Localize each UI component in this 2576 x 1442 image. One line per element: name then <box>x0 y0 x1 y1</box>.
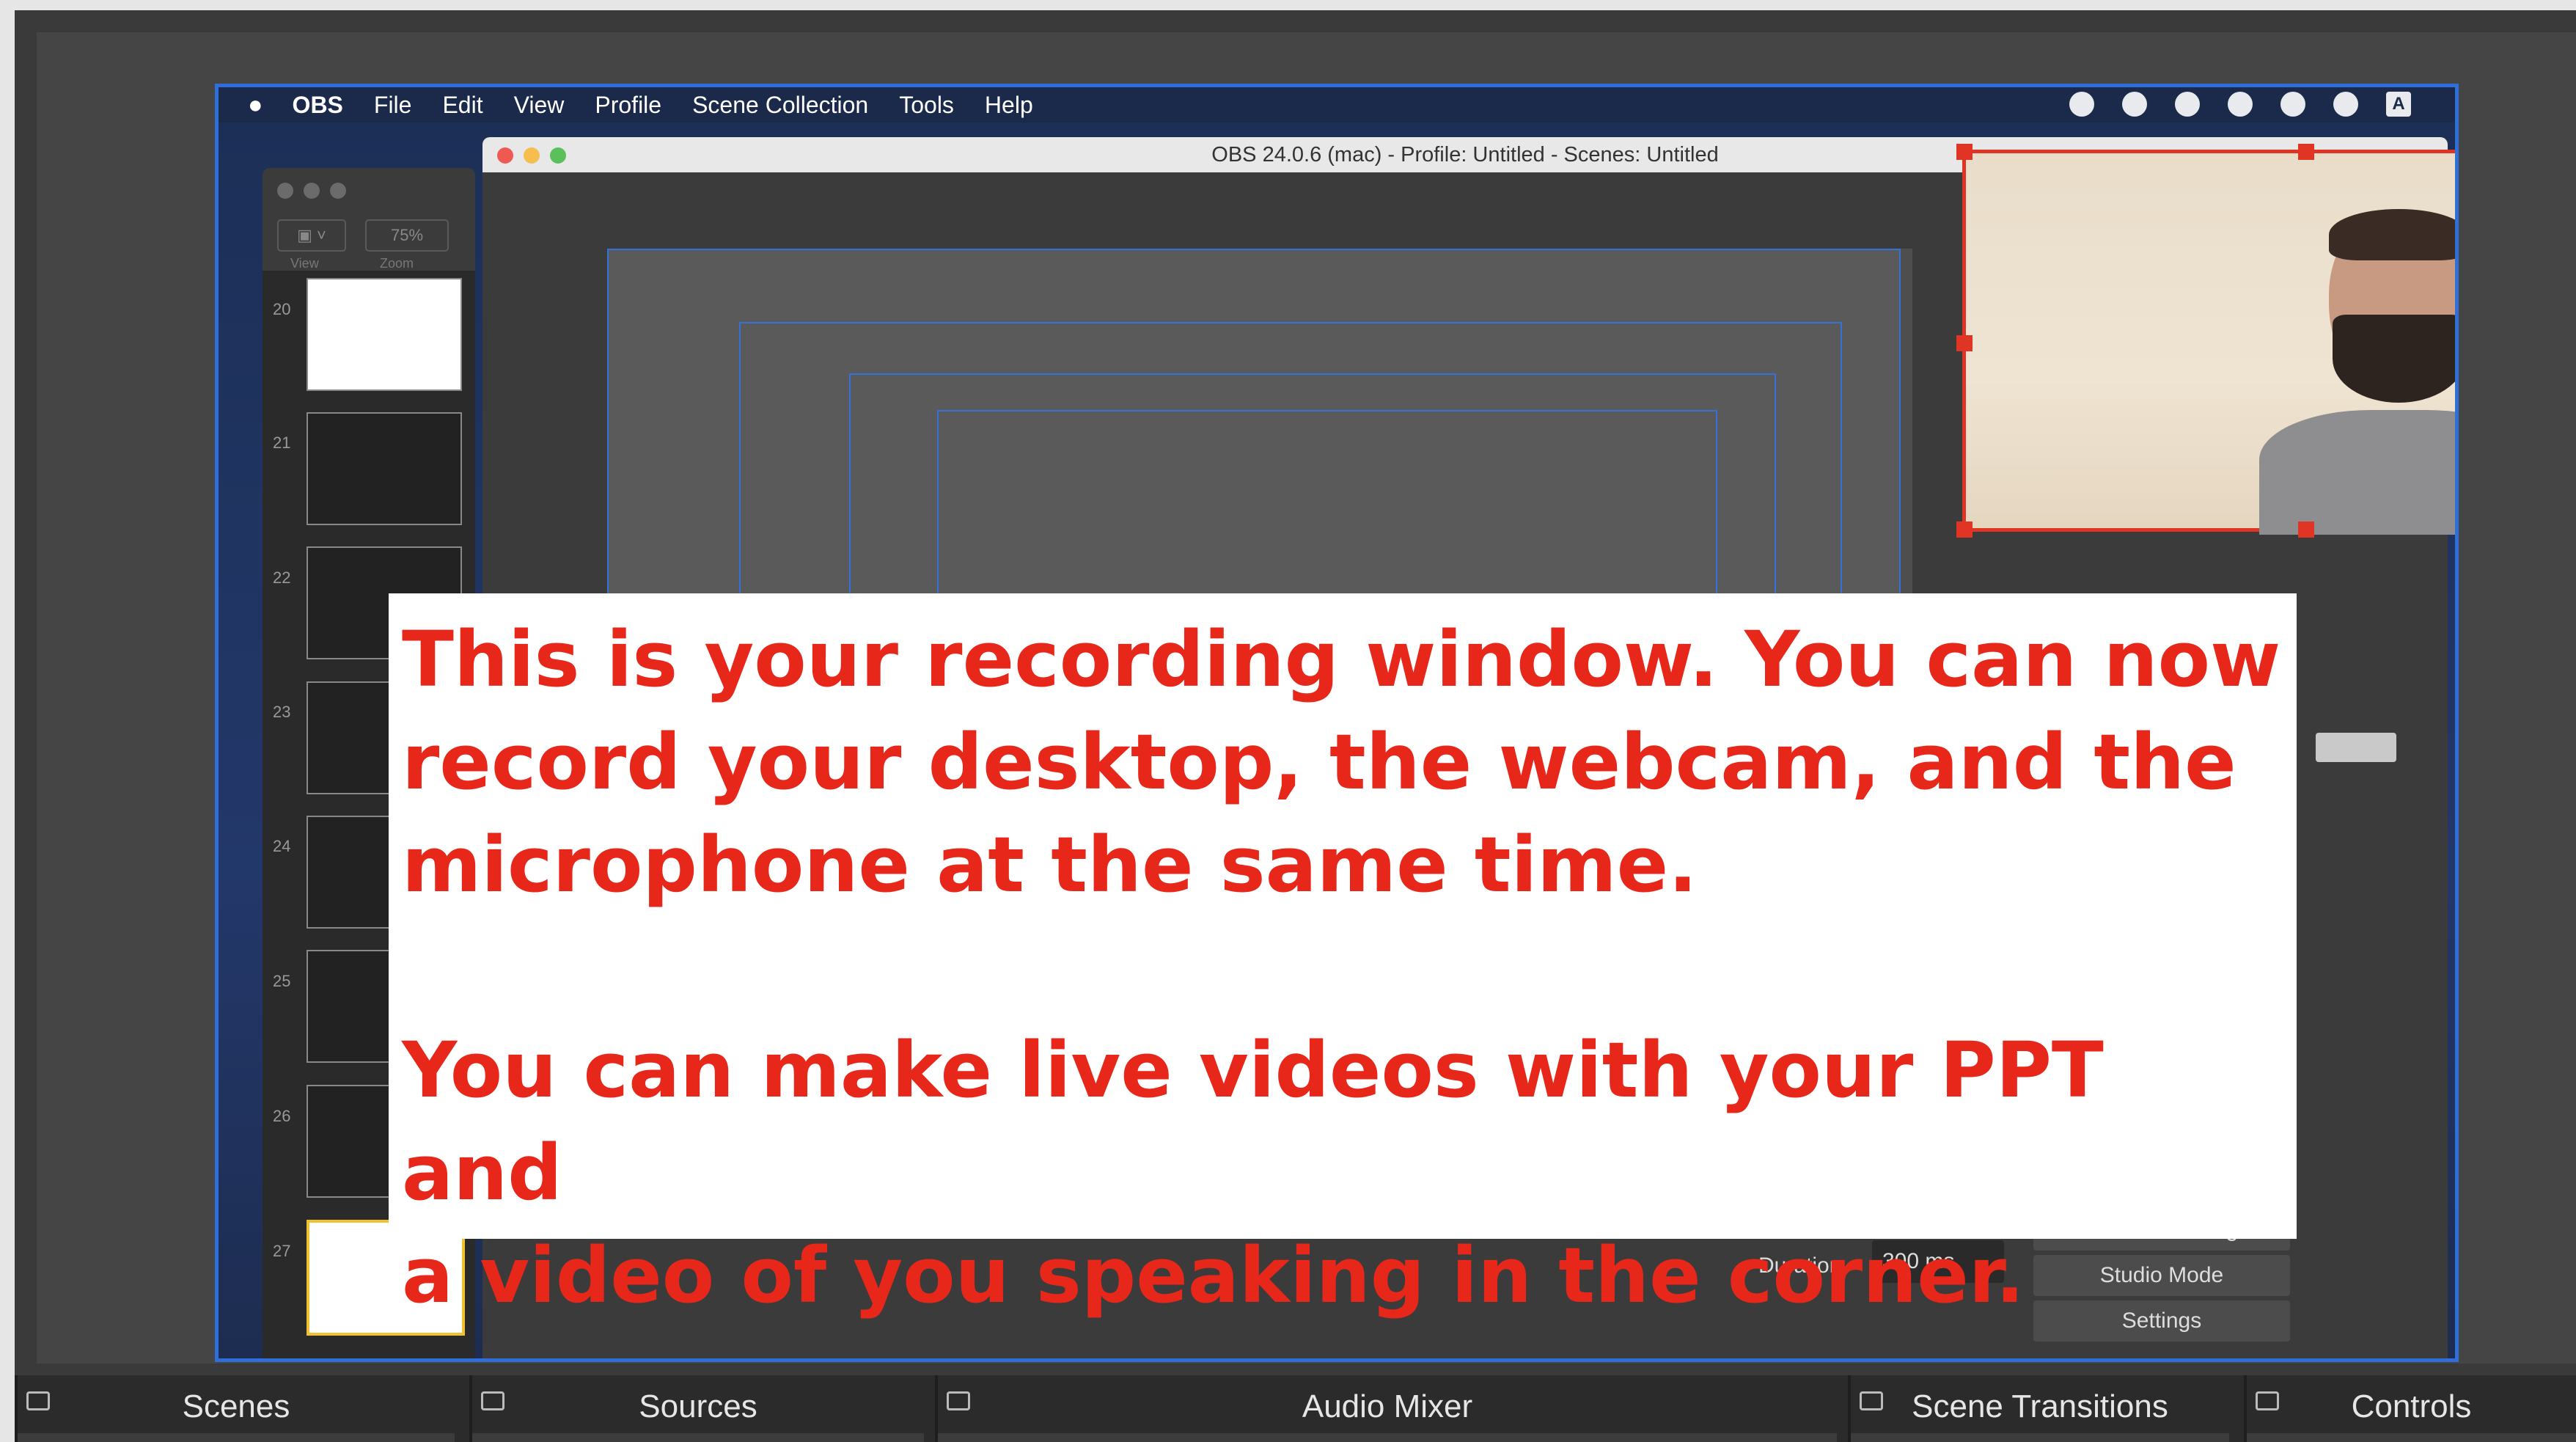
scenes-panel: Scenes <box>15 1375 455 1442</box>
keynote-zoom-select[interactable]: 75% <box>365 219 449 252</box>
preview-canvas[interactable]: ● OBS File Edit View Profile Scene Colle… <box>37 32 2576 1364</box>
keynote-zoom-button[interactable] <box>330 183 346 199</box>
slide-number: 26 <box>273 1107 291 1125</box>
webcam-source[interactable] <box>1956 144 2455 538</box>
slide-number: 21 <box>273 433 291 452</box>
annotation-callout: This is your recording window. You can n… <box>389 593 2297 1320</box>
apple-icon: ● <box>248 90 263 119</box>
macos-menubar: ● OBS File Edit View Profile Scene Colle… <box>219 87 2455 122</box>
bluetooth-icon[interactable] <box>2280 92 2305 117</box>
nested-capture <box>937 410 1717 618</box>
callout-paragraph-2: You can make live videos with your PPT a… <box>402 1025 2104 1320</box>
recording-format-bar[interactable] <box>2316 733 2396 762</box>
menu-edit[interactable]: Edit <box>442 92 482 119</box>
slide-number: 25 <box>273 972 291 990</box>
menu-file[interactable]: File <box>374 92 412 119</box>
controls-title: Controls <box>2351 1388 2472 1424</box>
menu-tools[interactable]: Tools <box>899 92 954 119</box>
resize-handle[interactable] <box>1956 144 1973 160</box>
controls-panel: Controls <box>2244 1375 2576 1442</box>
menu-profile[interactable]: Profile <box>595 92 661 119</box>
obs-main-window: ● OBS File Edit View Profile Scene Colle… <box>15 10 2576 1442</box>
sources-panel: Sources <box>469 1375 924 1442</box>
recursive-preview <box>607 249 1912 630</box>
slide-number: 27 <box>273 1242 291 1260</box>
sources-title: Sources <box>639 1388 757 1424</box>
audio-mixer-panel: Audio Mixer <box>935 1375 1837 1442</box>
resize-handle[interactable] <box>2298 144 2314 160</box>
status-icons: A <box>2069 92 2411 117</box>
input-source-icon[interactable]: A <box>2386 92 2411 117</box>
slide-number: 23 <box>273 703 291 721</box>
slide-number: 24 <box>273 837 291 855</box>
view-caption: View <box>290 256 319 271</box>
scenes-title: Scenes <box>182 1388 290 1424</box>
audio-mixer-title: Audio Mixer <box>1302 1388 1473 1424</box>
zoom-caption: Zoom <box>380 256 414 271</box>
captured-desktop-source[interactable]: ● OBS File Edit View Profile Scene Colle… <box>215 84 2459 1362</box>
slide-thumbnail[interactable] <box>307 278 462 391</box>
airplay-icon[interactable] <box>2175 92 2200 117</box>
close-button[interactable] <box>497 147 513 164</box>
slide-number: 20 <box>273 300 291 318</box>
slide-thumbnail[interactable] <box>307 412 462 525</box>
bottom-dock: Scenes Sources Audio Mixer Scene Transit… <box>15 1375 2576 1442</box>
resize-handle[interactable] <box>1956 521 1973 538</box>
menu-help[interactable]: Help <box>985 92 1033 119</box>
menu-scene-collection[interactable]: Scene Collection <box>692 92 868 119</box>
maximize-button[interactable] <box>550 147 566 164</box>
obs-tray-icon[interactable] <box>2069 92 2094 117</box>
scene-transitions-title: Scene Transitions <box>1912 1388 2168 1424</box>
webcam-person <box>2259 197 2455 535</box>
minimize-button[interactable] <box>524 147 540 164</box>
resize-handle[interactable] <box>2298 521 2314 538</box>
slide-number: 22 <box>273 568 291 587</box>
m-tray-icon[interactable] <box>2122 92 2147 117</box>
window-title: OBS 24.0.6 (mac) - Profile: Untitled - S… <box>1211 142 1719 166</box>
callout-paragraph-1: This is your recording window. You can n… <box>402 615 2281 910</box>
time-machine-icon[interactable] <box>2228 92 2253 117</box>
resize-handle[interactable] <box>1956 335 1973 351</box>
keynote-close-button[interactable] <box>277 183 293 199</box>
menu-view[interactable]: View <box>514 92 565 119</box>
scene-transitions-panel: Scene Transitions <box>1848 1375 2229 1442</box>
menu-obs[interactable]: OBS <box>293 92 343 119</box>
keynote-minimize-button[interactable] <box>304 183 320 199</box>
keynote-view-button[interactable]: ▣ ˅ <box>277 219 346 252</box>
wifi-icon[interactable] <box>2333 92 2358 117</box>
